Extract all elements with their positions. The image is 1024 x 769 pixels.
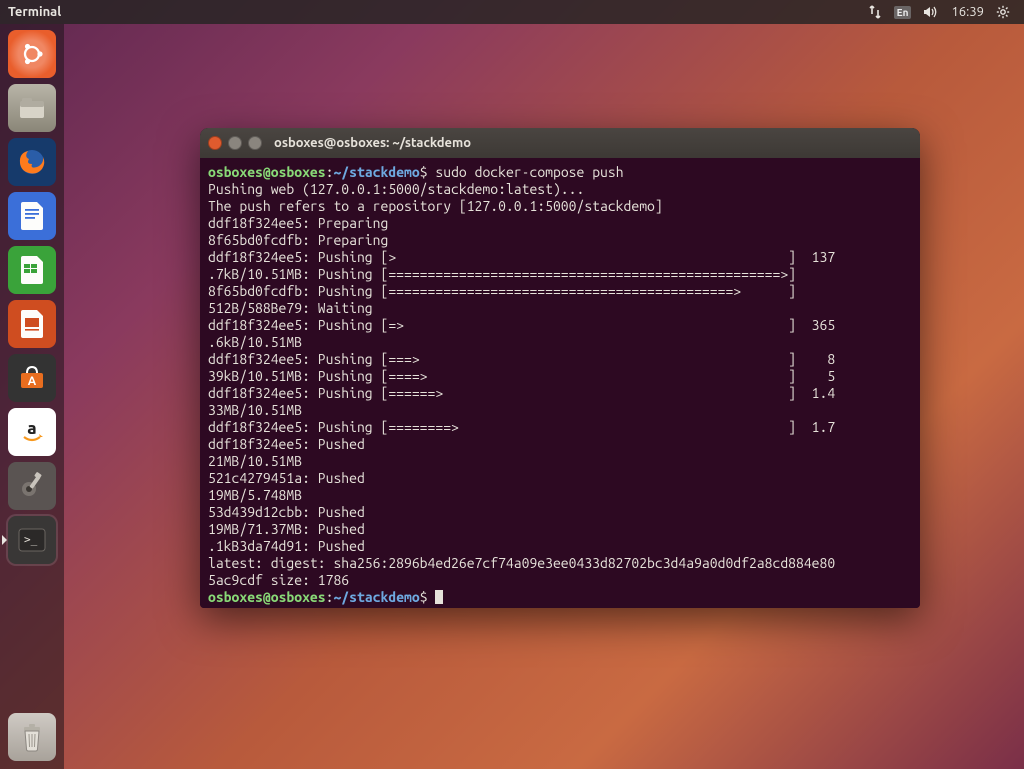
launcher-dash[interactable] [8, 30, 56, 78]
terminal-cursor [435, 590, 443, 604]
terminal-output-line: .7kB/10.51MB: Pushing [=================… [208, 266, 796, 282]
network-icon[interactable] [868, 5, 882, 19]
launcher-libreoffice-calc[interactable] [8, 246, 56, 294]
top-menubar: Terminal En 16:39 [0, 0, 1024, 24]
terminal-output-line: 19MB/5.748MB [208, 487, 302, 503]
launcher-trash[interactable] [8, 713, 56, 761]
terminal-output-line: ddf18f324ee5: Pushing [========> ] 1.7 [208, 419, 835, 435]
terminal-output-line: ddf18f324ee5: Pushing [=> ] 365 [208, 317, 835, 333]
window-titlebar[interactable]: osboxes@osboxes: ~/stackdemo [200, 128, 920, 158]
terminal-output-line: 5ac9cdf size: 1786 [208, 572, 349, 588]
launcher-ubuntu-software[interactable]: A [8, 354, 56, 402]
launcher-files[interactable] [8, 84, 56, 132]
terminal-output-line: .6kB/10.51MB [208, 334, 302, 350]
terminal-output-line: ddf18f324ee5: Pushing [> ] 137 [208, 249, 835, 265]
sound-icon[interactable] [923, 5, 939, 19]
svg-text:A: A [28, 375, 37, 388]
window-minimize-button[interactable] [228, 136, 242, 150]
launcher-firefox[interactable] [8, 138, 56, 186]
svg-text:a: a [27, 419, 36, 438]
clock[interactable]: 16:39 [951, 5, 984, 19]
terminal-output-line: The push refers to a repository [127.0.0… [208, 198, 663, 214]
terminal-window[interactable]: osboxes@osboxes: ~/stackdemo osboxes@osb… [200, 128, 920, 608]
terminal-output-line: 39kB/10.51MB: Pushing [====> ] 5 [208, 368, 835, 384]
unity-launcher: A a >_ [0, 24, 64, 769]
window-close-button[interactable] [208, 136, 222, 150]
terminal-output-line: 8f65bd0fcdfb: Preparing [208, 232, 388, 248]
launcher-running-indicator-icon [2, 535, 7, 545]
terminal-output-line: 512B/588Be79: Waiting [208, 300, 373, 316]
settings-gear-icon[interactable] [996, 5, 1010, 19]
terminal-output-line: latest: digest: sha256:2896b4ed26e7cf74a… [208, 555, 835, 571]
launcher-libreoffice-writer[interactable] [8, 192, 56, 240]
terminal-output-line: 21MB/10.51MB [208, 453, 302, 469]
terminal-output-line: ddf18f324ee5: Pushing [======> ] 1.4 [208, 385, 835, 401]
prompt-user: osboxes [208, 164, 263, 180]
terminal-output-line: ddf18f324ee5: Preparing [208, 215, 388, 231]
terminal-output-line: 33MB/10.51MB [208, 402, 302, 418]
terminal-output-line: 521c4279451a: Pushed [208, 470, 365, 486]
active-app-title: Terminal [8, 5, 61, 19]
terminal-output-line: 8f65bd0fcdfb: Pushing [=================… [208, 283, 796, 299]
keyboard-indicator[interactable]: En [894, 6, 912, 19]
terminal-output-line: Pushing web (127.0.0.1:5000/stackdemo:la… [208, 181, 584, 197]
terminal-output-line: .1kB3da74d91: Pushed [208, 538, 365, 554]
terminal-output-line: 53d439d12cbb: Pushed [208, 504, 365, 520]
terminal-output-line: ddf18f324ee5: Pushed [208, 436, 365, 452]
terminal-output-line: 19MB/71.37MB: Pushed [208, 521, 365, 537]
svg-text:>_: >_ [24, 533, 38, 546]
terminal-body[interactable]: osboxes@osboxes:~/stackdemo$ sudo docker… [200, 158, 920, 608]
launcher-terminal[interactable]: >_ [8, 516, 56, 564]
prompt-host: osboxes [271, 164, 326, 180]
prompt-path: ~/stackdemo [333, 164, 419, 180]
terminal-output-line: ddf18f324ee5: Pushing [===> ] 8 [208, 351, 835, 367]
terminal-command: sudo docker-compose push [435, 164, 623, 180]
launcher-amazon[interactable]: a [8, 408, 56, 456]
launcher-system-settings[interactable] [8, 462, 56, 510]
launcher-libreoffice-impress[interactable] [8, 300, 56, 348]
window-maximize-button[interactable] [248, 136, 262, 150]
window-title: osboxes@osboxes: ~/stackdemo [274, 136, 471, 150]
